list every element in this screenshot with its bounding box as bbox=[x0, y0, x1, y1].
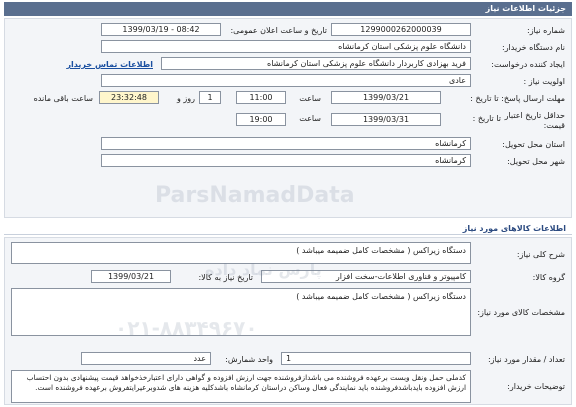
city-field: کرمانشاه bbox=[101, 154, 471, 167]
validity-time-field: 19:00 bbox=[236, 113, 286, 126]
unit-label: واحد شمارش: bbox=[225, 355, 273, 364]
page-header: جزئیات اطلاعات نیاز bbox=[4, 2, 572, 16]
province-field: کرمانشاه bbox=[101, 137, 471, 150]
goods-section-title: اطلاعات کالاهای مورد نیاز bbox=[462, 224, 566, 233]
need-date-label: تاریخ نیاز به کالا: bbox=[198, 273, 253, 282]
group-field: کامپیوتر و فناوری اطلاعات-سخت افزار bbox=[261, 270, 471, 283]
spec-label: مشخصات کالای مورد نیاز: bbox=[477, 308, 565, 317]
spec-row: مشخصات کالای مورد نیاز: دستگاه زیراکس ( … bbox=[5, 288, 571, 338]
creator-label: ایجاد کننده درخواست: bbox=[491, 60, 565, 69]
summary-row: شرح کلی نیاز: دستگاه زیراکس ( مشخصات کام… bbox=[5, 242, 571, 266]
qty-label: تعداد / مقدار مورد نیاز: bbox=[487, 355, 565, 364]
watermark-brand: ParsNamadData bbox=[155, 183, 355, 208]
buyer-notes-row: توضیحات خریدار: کدملی حمل ونقل وبست برعه… bbox=[5, 370, 571, 404]
deadline-label: مهلت ارسال پاسخ: تا تاریخ : bbox=[470, 94, 565, 103]
qty-row: تعداد / مقدار مورد نیاز: 1 واحد شمارش: ع… bbox=[5, 352, 571, 368]
province-label: استان محل تحویل: bbox=[502, 140, 565, 149]
days-field: 1 bbox=[199, 91, 221, 104]
buyer-label: نام دستگاه خریدار: bbox=[502, 43, 565, 52]
need-number-row: شماره نیاز: 1299000262000039 تاریخ و ساع… bbox=[5, 23, 571, 39]
priority-row: اولویت نیاز : عادی bbox=[5, 74, 571, 90]
city-row: شهر محل تحویل: کرمانشاه bbox=[5, 154, 571, 170]
group-row: گروه کالا: کامپیوتر و فناوری اطلاعات-سخت… bbox=[5, 270, 571, 286]
priority-field: عادی bbox=[101, 74, 471, 87]
buyer-contact-link[interactable]: اطلاعات تماس خریدار bbox=[66, 60, 153, 69]
need-number-label: شماره نیاز: bbox=[527, 26, 565, 35]
priority-label: اولویت نیاز : bbox=[523, 77, 565, 86]
goods-panel: شرح کلی نیاز: دستگاه زیراکس ( مشخصات کام… bbox=[4, 237, 572, 405]
days-label: روز و bbox=[177, 94, 195, 103]
validity-row: حداقل تاریخ اعتبار قیمت: تا تاریخ : 1399… bbox=[5, 108, 571, 134]
group-label: گروه کالا: bbox=[532, 273, 565, 282]
validity-label: حداقل تاریخ اعتبار bbox=[504, 111, 565, 120]
validity-to-label: تا تاریخ : bbox=[472, 114, 501, 123]
buyer-row: نام دستگاه خریدار: دانشگاه علوم پزشکی اس… bbox=[5, 40, 571, 56]
need-info-panel: شماره نیاز: 1299000262000039 تاریخ و ساع… bbox=[4, 18, 572, 218]
need-date-field: 1399/03/21 bbox=[91, 270, 171, 283]
spec-field: دستگاه زیراکس ( مشخصات کامل ضمیمه میباشد… bbox=[11, 288, 471, 336]
validity-label-2: قیمت: bbox=[543, 121, 565, 130]
summary-field: دستگاه زیراکس ( مشخصات کامل ضمیمه میباشد… bbox=[11, 242, 471, 264]
creator-row: ایجاد کننده درخواست: فرید بهزادی کاربردا… bbox=[5, 57, 571, 73]
deadline-time-label: ساعت bbox=[299, 94, 321, 103]
remaining-time-field: 23:32:48 bbox=[99, 91, 159, 104]
buyer-notes-field: کدملی حمل ونقل وبست برعهده فروشنده می با… bbox=[11, 370, 471, 403]
remaining-label: ساعت باقی مانده bbox=[33, 94, 93, 103]
page-title: جزئیات اطلاعات نیاز bbox=[485, 4, 566, 13]
deadline-time-field: 11:00 bbox=[236, 91, 286, 104]
deadline-date-field: 1399/03/21 bbox=[331, 91, 441, 104]
buyer-notes-label: توضیحات خریدار: bbox=[507, 382, 565, 391]
unit-field: عدد bbox=[81, 352, 211, 365]
announce-field: 1399/03/19 - 08:42 bbox=[101, 23, 221, 36]
summary-label: شرح کلی نیاز: bbox=[516, 250, 565, 259]
city-label: شهر محل تحویل: bbox=[507, 157, 565, 166]
qty-field: 1 bbox=[281, 352, 471, 365]
deadline-row: مهلت ارسال پاسخ: تا تاریخ : 1399/03/21 س… bbox=[5, 91, 571, 107]
creator-field: فرید بهزادی کاربردار دانشگاه علوم پزشکی … bbox=[161, 57, 471, 70]
buyer-field: دانشگاه علوم پزشکی استان کرمانشاه bbox=[101, 40, 471, 53]
validity-date-field: 1399/03/31 bbox=[331, 113, 441, 126]
need-number-field: 1299000262000039 bbox=[331, 23, 471, 36]
province-row: استان محل تحویل: کرمانشاه bbox=[5, 137, 571, 153]
validity-time-label: ساعت bbox=[299, 114, 321, 123]
goods-section-header: اطلاعات کالاهای مورد نیاز bbox=[4, 222, 572, 235]
announce-label: تاریخ و ساعت اعلان عمومی: bbox=[230, 26, 327, 35]
